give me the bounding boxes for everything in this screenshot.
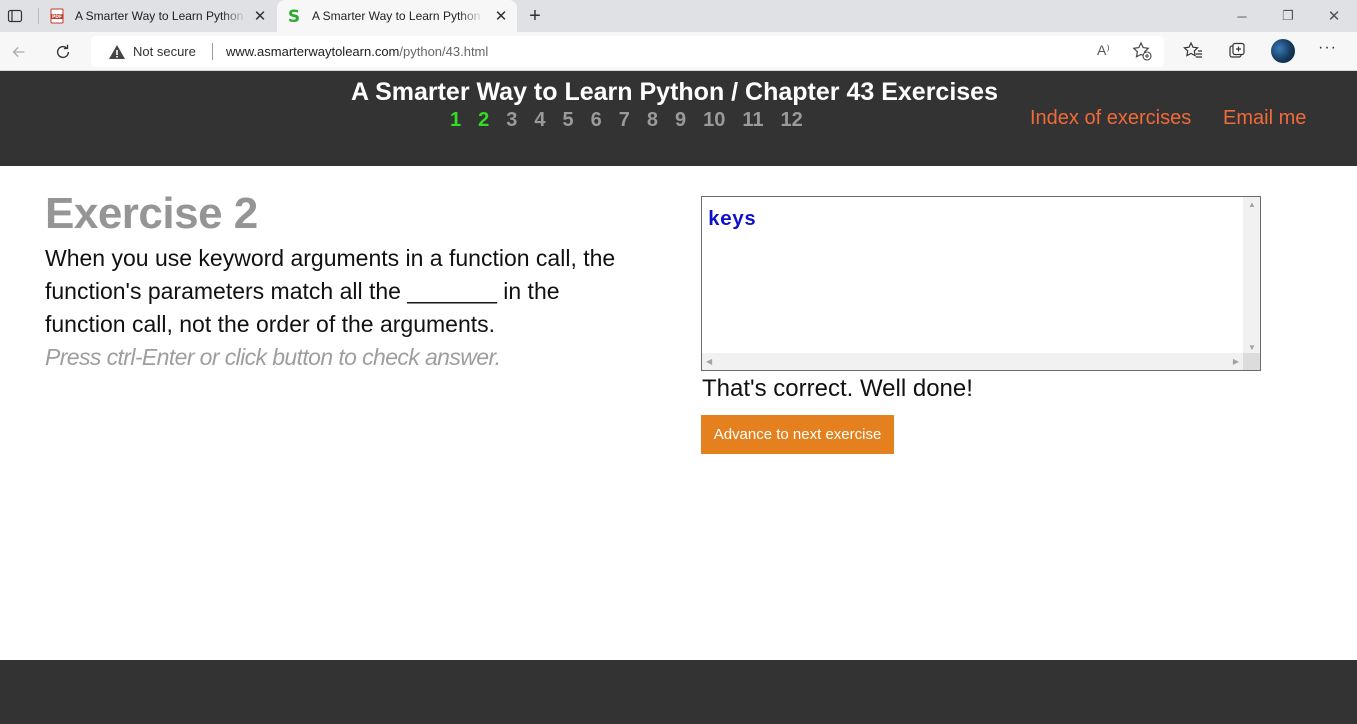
address-divider — [212, 43, 213, 60]
exercise-link-7[interactable]: 7 — [619, 109, 630, 132]
exercise-number-nav: 1 2 3 4 5 6 7 8 9 10 11 12 — [450, 109, 820, 132]
question-line: When you use keyword arguments in a func… — [45, 245, 616, 271]
tab-actions-icon[interactable] — [6, 7, 24, 25]
address-bar[interactable]: Not secure www.asmarterwaytolearn.com/py… — [91, 36, 1164, 67]
scroll-down-icon[interactable]: ▼ — [1248, 343, 1256, 352]
add-favorite-icon[interactable] — [1132, 41, 1152, 61]
more-options-icon[interactable]: ··· — [1318, 39, 1337, 57]
answer-textarea[interactable]: keys ▲ ▼ ◀ ▶ — [701, 196, 1261, 371]
browser-tab-pdf[interactable]: PDF A Smarter Way to Learn Python - ✕ — [40, 0, 276, 32]
question-line: function call, not the order of the argu… — [45, 311, 496, 337]
tab-title: A Smarter Way to Learn Python - — [75, 9, 247, 23]
horizontal-scrollbar[interactable]: ◀ ▶ — [702, 353, 1243, 370]
exercise-link-2[interactable]: 2 — [478, 109, 489, 132]
scroll-left-icon[interactable]: ◀ — [706, 357, 712, 366]
vertical-scrollbar[interactable]: ▲ ▼ — [1243, 197, 1260, 354]
exercise-link-4[interactable]: 4 — [534, 109, 545, 132]
svg-text:PDF: PDF — [52, 14, 62, 20]
exercise-link-10[interactable]: 10 — [703, 109, 725, 132]
exercise-link-11[interactable]: 11 — [742, 109, 763, 132]
page-title: A Smarter Way to Learn Python / Chapter … — [351, 78, 998, 106]
s-logo-icon: S — [286, 8, 302, 24]
new-tab-button[interactable]: + — [524, 5, 546, 27]
url-host: www.asmarterwaytolearn.com — [226, 44, 400, 59]
exercise-link-1[interactable]: 1 — [450, 109, 461, 132]
exercise-panel: Exercise 2 When you use keyword argument… — [45, 187, 665, 373]
tab-title: A Smarter Way to Learn Python - — [312, 9, 484, 23]
site-footer — [0, 660, 1357, 724]
close-window-button[interactable]: ✕ — [1311, 0, 1357, 32]
exercise-title: Exercise 2 — [45, 189, 258, 238]
tab-close-icon[interactable]: ✕ — [252, 8, 268, 25]
exercise-link-3[interactable]: 3 — [506, 109, 517, 132]
exercise-link-8[interactable]: 8 — [647, 109, 658, 132]
tab-close-icon[interactable]: ✕ — [493, 8, 509, 25]
exercise-question: When you use keyword arguments in a func… — [45, 242, 665, 341]
scroll-right-icon[interactable]: ▶ — [1233, 357, 1239, 366]
index-of-exercises-link[interactable]: Index of exercises — [1030, 107, 1191, 130]
restore-button[interactable]: ❐ — [1265, 0, 1311, 32]
site-header: A Smarter Way to Learn Python / Chapter … — [0, 71, 1357, 166]
browser-toolbar: Not secure www.asmarterwaytolearn.com/py… — [0, 32, 1357, 71]
read-aloud-icon[interactable]: A⁾ — [1097, 42, 1110, 59]
back-arrow-icon[interactable] — [7, 40, 31, 64]
favorites-icon[interactable] — [1182, 40, 1204, 62]
exercise-hint: Press ctrl-Enter or click button to chec… — [45, 344, 501, 370]
warning-icon[interactable] — [108, 43, 126, 61]
exercise-link-9[interactable]: 9 — [675, 109, 686, 132]
profile-avatar[interactable] — [1271, 39, 1295, 63]
url-path: /python/43.html — [399, 44, 489, 59]
scrollbar-corner — [1243, 353, 1260, 370]
email-me-link[interactable]: Email me — [1223, 107, 1306, 130]
exercise-link-5[interactable]: 5 — [563, 109, 574, 132]
refresh-icon[interactable] — [51, 40, 75, 64]
url-text[interactable]: www.asmarterwaytolearn.com/python/43.htm… — [226, 44, 488, 59]
browser-tab-bar: PDF A Smarter Way to Learn Python - ✕ S … — [0, 0, 1357, 32]
collections-icon[interactable] — [1226, 40, 1248, 62]
pdf-icon: PDF — [49, 8, 65, 24]
scroll-up-icon[interactable]: ▲ — [1248, 200, 1256, 209]
answer-value: keys — [708, 209, 757, 232]
minimize-button[interactable]: ─ — [1219, 0, 1265, 32]
tab-separator — [38, 8, 39, 24]
security-label[interactable]: Not secure — [133, 44, 196, 59]
answer-feedback: That's correct. Well done! — [702, 375, 973, 402]
exercise-link-12[interactable]: 12 — [781, 109, 803, 132]
browser-tab-active[interactable]: S A Smarter Way to Learn Python - ✕ — [277, 0, 517, 32]
advance-next-exercise-button[interactable]: Advance to next exercise — [701, 415, 894, 454]
svg-text:S: S — [288, 8, 300, 24]
question-line: function's parameters match all the ____… — [45, 278, 560, 304]
exercise-link-6[interactable]: 6 — [591, 109, 602, 132]
